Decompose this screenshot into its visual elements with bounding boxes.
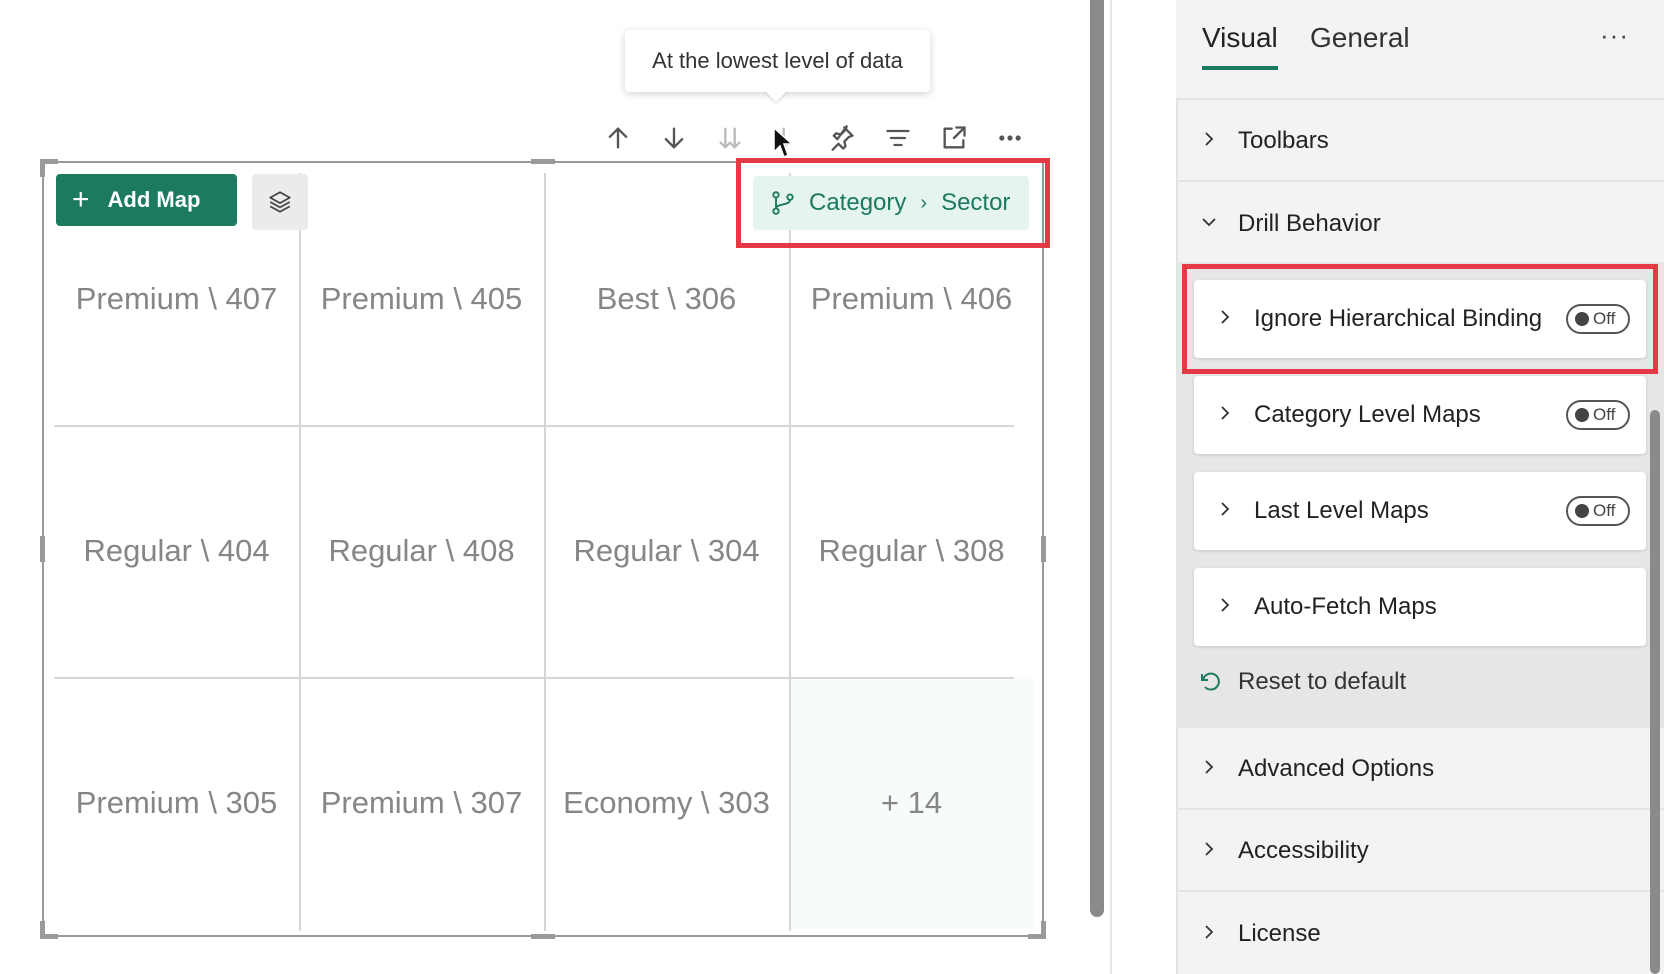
card-last-level-maps[interactable]: Last Level Maps Off — [1194, 472, 1646, 550]
chevron-right-icon — [1216, 401, 1240, 429]
card-auto-fetch-maps[interactable]: Auto-Fetch Maps — [1194, 568, 1646, 646]
map-cell[interactable]: Regular \ 408 — [299, 425, 544, 677]
resize-handle-right-center[interactable] — [1041, 536, 1046, 562]
breadcrumb-separator: › — [920, 191, 928, 214]
card-label: Category Level Maps — [1254, 401, 1481, 428]
ignore-binding-highlight — [1182, 264, 1658, 374]
resize-handle-top-center[interactable] — [531, 159, 555, 164]
plus-icon: + — [72, 183, 90, 216]
breadcrumb[interactable]: Category › Sector — [753, 176, 1029, 230]
section-advanced-label: Advanced Options — [1238, 755, 1435, 782]
toggle-label: Off — [1593, 405, 1616, 424]
card-label: Auto-Fetch Maps — [1254, 593, 1437, 620]
chevron-down-icon — [1200, 210, 1224, 238]
grid-divider-vertical — [789, 173, 791, 931]
section-toolbars[interactable]: Toolbars — [1178, 102, 1664, 182]
grid-divider-vertical — [299, 173, 301, 931]
resize-handle-top-left-v[interactable] — [40, 159, 45, 177]
canvas-divider — [1110, 0, 1112, 974]
breadcrumb-level-category[interactable]: Category — [809, 189, 906, 217]
category-level-maps-toggle[interactable]: Off — [1566, 400, 1630, 430]
card-label: Last Level Maps — [1254, 497, 1429, 524]
toggle-knob — [1575, 408, 1589, 422]
canvas-scrollbar[interactable] — [1090, 0, 1104, 917]
section-license-label: License — [1238, 920, 1321, 947]
tab-general[interactable]: General — [1310, 22, 1410, 54]
format-pane-scrollbar[interactable] — [1650, 410, 1660, 974]
reset-to-default-button[interactable]: Reset to default — [1198, 668, 1406, 696]
breadcrumb-level-sector[interactable]: Sector — [941, 189, 1010, 217]
tooltip: At the lowest level of data — [625, 30, 930, 92]
drill-down-icon[interactable] — [646, 120, 702, 156]
mouse-cursor-icon — [773, 126, 794, 159]
more-maps-cell[interactable]: + 14 — [789, 677, 1034, 929]
grid-divider-horizontal — [54, 425, 1014, 427]
tooltip-text: At the lowest level of data — [652, 48, 903, 73]
map-cell[interactable]: Premium \ 307 — [299, 677, 544, 929]
grid-divider-horizontal — [54, 677, 1014, 679]
chevron-right-icon — [1200, 127, 1224, 155]
toggle-knob — [1575, 504, 1589, 518]
map-cell[interactable]: Premium \ 405 — [299, 173, 544, 425]
chevron-right-icon — [1200, 920, 1224, 948]
resize-handle-left-center[interactable] — [40, 536, 45, 562]
map-cell[interactable]: Regular \ 404 — [54, 425, 299, 677]
toggle-label: Off — [1593, 501, 1616, 520]
focus-mode-icon[interactable] — [926, 120, 982, 156]
drill-up-icon[interactable] — [590, 120, 646, 156]
map-cell[interactable]: Regular \ 304 — [544, 425, 789, 677]
map-cell[interactable]: Premium \ 305 — [54, 677, 299, 929]
last-level-maps-toggle[interactable]: Off — [1566, 496, 1630, 526]
map-grid: Premium \ 407 Premium \ 405 Best \ 306 Prem… — [54, 173, 1034, 931]
layers-button[interactable] — [252, 174, 308, 230]
reset-icon — [1201, 672, 1220, 691]
expand-all-down-icon[interactable] — [702, 120, 758, 156]
section-accessibility-label: Accessibility — [1238, 837, 1369, 864]
chevron-right-icon — [1200, 755, 1224, 783]
section-drill-behavior[interactable]: Drill Behavior — [1178, 184, 1664, 264]
pane-more-options-button[interactable]: ··· — [1600, 20, 1629, 51]
section-license[interactable]: License — [1178, 894, 1664, 974]
resize-handle-bottom-left-v[interactable] — [40, 921, 45, 939]
section-drill-behavior-label: Drill Behavior — [1238, 210, 1381, 237]
layers-icon — [269, 191, 291, 213]
hierarchy-branch-icon — [772, 191, 794, 215]
visual-header-toolbar — [590, 120, 1038, 156]
section-advanced-options[interactable]: Advanced Options — [1178, 730, 1664, 810]
reset-label: Reset to default — [1238, 668, 1407, 695]
chevron-right-icon — [1216, 497, 1240, 525]
add-map-label: Add Map — [107, 187, 201, 212]
map-cell[interactable]: Regular \ 308 — [789, 425, 1034, 677]
section-accessibility[interactable]: Accessibility — [1178, 812, 1664, 892]
resize-handle-bottom-center[interactable] — [531, 934, 555, 939]
map-cell[interactable]: Economy \ 303 — [544, 677, 789, 929]
tab-visual[interactable]: Visual — [1202, 22, 1278, 54]
add-map-button[interactable]: + Add Map — [56, 174, 237, 226]
chevron-right-icon — [1200, 837, 1224, 865]
resize-handle-bottom-right-v[interactable] — [1041, 921, 1046, 939]
card-category-level-maps[interactable]: Category Level Maps Off — [1194, 376, 1646, 454]
section-toolbars-label: Toolbars — [1238, 127, 1329, 154]
pin-icon[interactable] — [814, 120, 870, 156]
grid-divider-vertical — [544, 173, 546, 931]
chevron-right-icon — [1216, 593, 1240, 621]
filter-icon[interactable] — [870, 120, 926, 156]
map-grid-visual[interactable]: Premium \ 407 Premium \ 405 Best \ 306 Prem… — [42, 161, 1044, 937]
tooltip-arrow — [764, 90, 788, 102]
more-options-icon[interactable] — [982, 120, 1038, 156]
tab-visual-underline — [1202, 66, 1278, 70]
